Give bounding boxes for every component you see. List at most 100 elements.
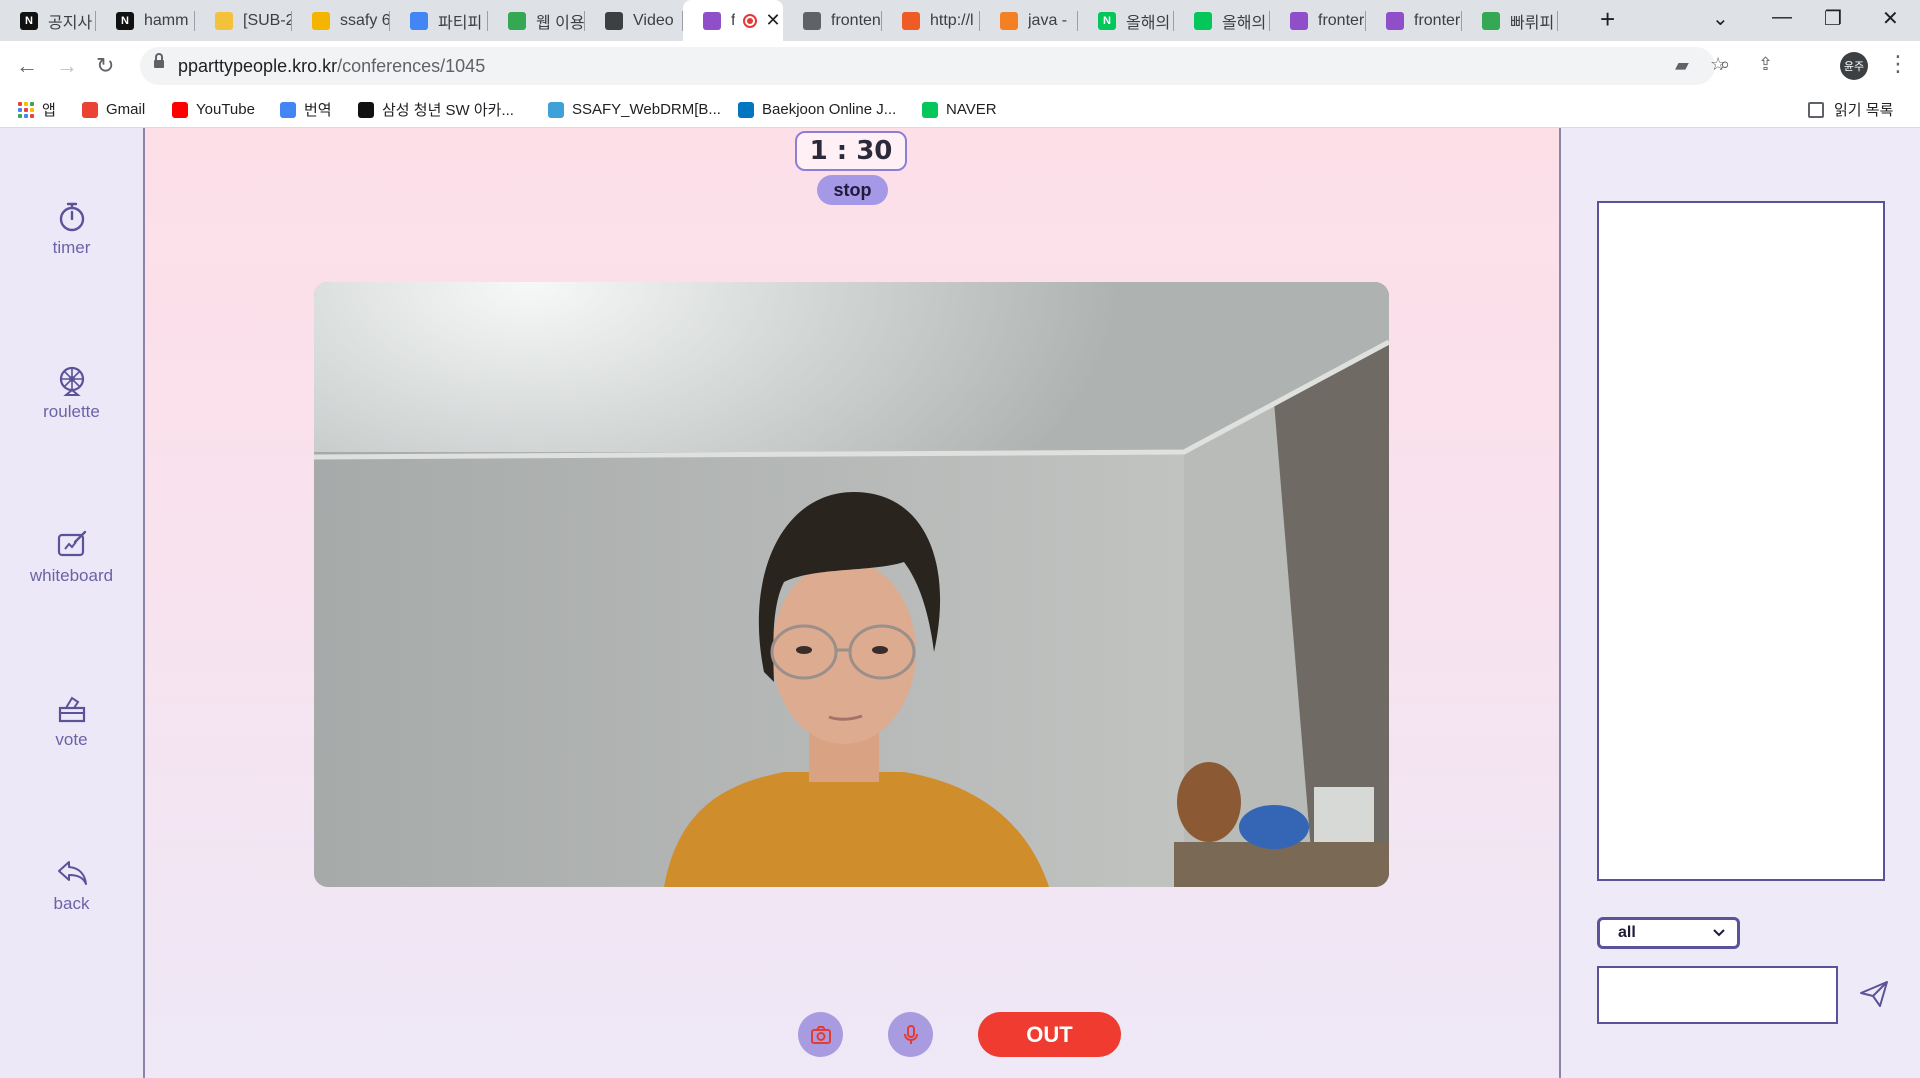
address-bar[interactable]: pparttypeople.kro.kr/conferences/1045 ▰ … bbox=[140, 47, 1726, 85]
browser-tab[interactable]: fronter bbox=[1366, 0, 1462, 41]
tab-title: fronten bbox=[831, 11, 881, 29]
menu-icon[interactable]: ⋮ bbox=[1887, 51, 1909, 77]
reading-list-button[interactable]: 읽기 목록 bbox=[1808, 91, 1893, 128]
browser-tab[interactable]: ssafy 6 bbox=[292, 0, 390, 41]
gmail-icon bbox=[82, 101, 98, 118]
emoji-icon bbox=[215, 11, 233, 30]
sidebar-item-back[interactable]: back bbox=[0, 856, 143, 914]
drive-icon bbox=[1482, 11, 1500, 30]
browser-tab[interactable]: 빠뤼피 bbox=[1462, 0, 1558, 41]
bookmark-item[interactable]: Baekjoon Online J... bbox=[738, 91, 896, 128]
browser-tab[interactable]: 파티피 bbox=[390, 0, 488, 41]
tab-title: fronter bbox=[1318, 11, 1365, 29]
share-icon[interactable]: ⇪ bbox=[1758, 54, 1773, 75]
stopwatch-icon bbox=[59, 202, 84, 232]
naver-icon: N bbox=[1098, 11, 1116, 30]
browser-tab[interactable]: N 공지사 bbox=[0, 0, 96, 41]
bookmarks-bar: 읽기 목록 앱 Gmail YouTube 번역 삼성 청년 SW 아카... SSAFY… bbox=[0, 91, 1920, 128]
bookmark-label: 번역 bbox=[304, 102, 332, 119]
microphone-toggle-button[interactable] bbox=[888, 1012, 933, 1057]
blog-icon bbox=[1194, 11, 1212, 30]
tab-title: 파티피 bbox=[438, 14, 483, 32]
notion-icon: N bbox=[20, 11, 38, 30]
translate-icon bbox=[280, 101, 296, 118]
paper-plane-icon[interactable] bbox=[1858, 978, 1890, 1010]
bookmark-item[interactable]: NAVER bbox=[922, 91, 997, 128]
stop-timer-button[interactable]: stop bbox=[817, 175, 888, 205]
globe-icon bbox=[803, 11, 821, 30]
bookmark-item[interactable]: SSAFY_WebDRM[B... bbox=[548, 91, 721, 128]
naver-icon bbox=[922, 101, 938, 118]
reload-button[interactable]: ↻ bbox=[96, 53, 114, 79]
ssafy-icon bbox=[548, 101, 564, 118]
zoom-icon[interactable]: ⌕ bbox=[1720, 54, 1730, 75]
forward-nav-button[interactable]: → bbox=[56, 53, 78, 79]
minimize-button[interactable]: — bbox=[1772, 6, 1792, 29]
tab-title: f bbox=[731, 11, 736, 29]
leave-conference-button[interactable]: OUT bbox=[978, 1012, 1121, 1057]
drive-icon bbox=[508, 11, 526, 30]
bookmark-item[interactable]: YouTube bbox=[172, 91, 255, 128]
chevron-down-icon bbox=[1713, 929, 1725, 937]
tab-title: [SUB-2 bbox=[243, 11, 292, 29]
back-nav-button[interactable]: ← bbox=[16, 53, 38, 79]
tab-title: 올해의 bbox=[1222, 14, 1267, 32]
chat-scope-select[interactable]: all bbox=[1597, 917, 1740, 949]
bookmark-label: SSAFY_WebDRM[B... bbox=[572, 101, 721, 118]
browser-tab[interactable]: java - bbox=[980, 0, 1078, 41]
sidebar-item-label: timer bbox=[52, 238, 91, 257]
bookmark-item[interactable]: 앱 bbox=[18, 91, 56, 128]
sidebar-item-timer[interactable]: timer bbox=[0, 200, 143, 258]
tab-title: hamm bbox=[144, 11, 189, 29]
sidebar-item-roulette[interactable]: roulette bbox=[0, 364, 143, 422]
restore-button[interactable]: ❐ bbox=[1824, 6, 1842, 31]
tab-title: http://l bbox=[930, 11, 974, 29]
browser-tab[interactable]: 웹 이용 bbox=[488, 0, 585, 41]
chat-message-input[interactable] bbox=[1597, 966, 1838, 1024]
sidebar-item-vote[interactable]: vote bbox=[0, 692, 143, 750]
close-window-button[interactable]: ✕ bbox=[1882, 6, 1899, 31]
new-tab-button[interactable]: + bbox=[1600, 4, 1615, 35]
camera-permission-icon[interactable]: ▰ bbox=[1675, 55, 1689, 76]
back-arrow-icon bbox=[57, 861, 87, 885]
video-frame bbox=[314, 282, 1389, 887]
browser-tab[interactable]: fronten bbox=[783, 0, 882, 41]
bookmark-label: YouTube bbox=[196, 101, 255, 118]
browser-tab[interactable]: fronter bbox=[1270, 0, 1366, 41]
browser-tab[interactable]: Video bbox=[585, 0, 683, 41]
docs-icon bbox=[410, 11, 428, 30]
browser-tab[interactable]: Nhamm bbox=[96, 0, 195, 41]
browser-tab[interactable]: 올해의 bbox=[1174, 0, 1270, 41]
roulette-icon bbox=[59, 366, 84, 396]
chat-message-list[interactable] bbox=[1597, 201, 1885, 881]
bookmark-item[interactable]: 삼성 청년 SW 아카... bbox=[358, 91, 514, 128]
camera-icon bbox=[810, 1025, 831, 1044]
bookmark-item[interactable]: Gmail bbox=[82, 91, 145, 128]
conference-page: timer roulette whiteboard vote back 1: … bbox=[0, 128, 1920, 1078]
reading-list-icon bbox=[1808, 101, 1824, 118]
browser-tab[interactable]: [SUB-2 bbox=[195, 0, 292, 41]
browser-tab[interactable]: N 올해의 bbox=[1078, 0, 1174, 41]
profile-avatar[interactable]: 윤주 bbox=[1840, 52, 1868, 80]
notion-icon: N bbox=[116, 11, 134, 30]
browser-tab[interactable]: http://l bbox=[882, 0, 980, 41]
sidebar-item-label: back bbox=[53, 894, 90, 913]
app-logo-icon bbox=[703, 11, 721, 30]
bookmark-item[interactable]: 번역 bbox=[280, 91, 332, 128]
close-tab-icon[interactable]: ✕ bbox=[765, 10, 780, 31]
camera-toggle-button[interactable] bbox=[798, 1012, 843, 1057]
tool-sidebar: timer roulette whiteboard vote back bbox=[0, 128, 145, 1078]
app-logo-icon bbox=[1290, 11, 1308, 30]
bookmark-label: Baekjoon Online J... bbox=[762, 101, 897, 118]
youtube-icon bbox=[172, 101, 188, 118]
browser-tab[interactable]: f ✕ bbox=[683, 0, 783, 41]
stackoverflow-icon bbox=[1000, 11, 1018, 30]
tab-list: N 공지사 Nhamm [SUB-2 ssafy 6 파티피 웹 이용 Video f ✕ fron… bbox=[0, 0, 1558, 41]
slides-icon bbox=[312, 11, 330, 30]
video-icon bbox=[605, 11, 623, 30]
url-path: /conferences/1045 bbox=[337, 56, 486, 76]
url-text[interactable]: pparttypeople.kro.kr/conferences/1045 bbox=[178, 56, 485, 77]
tab-search-icon[interactable]: ⌄ bbox=[1712, 6, 1729, 31]
reading-list-label: 읽기 목록 bbox=[1834, 102, 1894, 119]
sidebar-item-whiteboard[interactable]: whiteboard bbox=[0, 528, 143, 586]
